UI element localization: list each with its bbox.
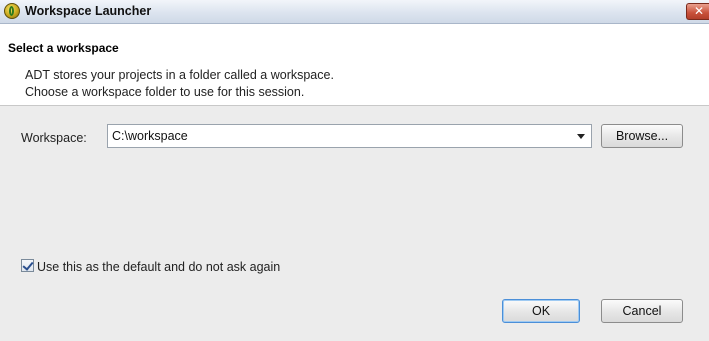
title-bar[interactable]: Workspace Launcher ✕: [0, 0, 709, 24]
checkmark-icon: [22, 259, 34, 271]
default-checkbox-label[interactable]: Use this as the default and do not ask a…: [37, 260, 280, 274]
browse-button[interactable]: Browse...: [601, 124, 683, 148]
default-checkbox[interactable]: [21, 259, 34, 272]
ok-button[interactable]: OK: [502, 299, 580, 323]
workspace-combobox[interactable]: [107, 124, 592, 148]
eclipse-adt-icon: [4, 3, 20, 19]
cancel-button[interactable]: Cancel: [601, 299, 683, 323]
banner-title: Select a workspace: [8, 41, 119, 55]
header-banner: Select a workspace ADT stores your proje…: [0, 24, 709, 106]
workspace-launcher-dialog: Workspace Launcher ✕ Select a workspace …: [0, 0, 709, 341]
close-icon: ✕: [694, 4, 705, 18]
banner-description-line2: Choose a workspace folder to use for thi…: [25, 85, 305, 99]
window-title: Workspace Launcher: [25, 4, 152, 18]
workspace-input[interactable]: [109, 126, 574, 146]
chevron-down-icon[interactable]: [577, 134, 585, 139]
banner-description-line1: ADT stores your projects in a folder cal…: [25, 68, 334, 82]
workspace-label: Workspace:: [21, 131, 87, 145]
close-button[interactable]: ✕: [686, 3, 709, 20]
